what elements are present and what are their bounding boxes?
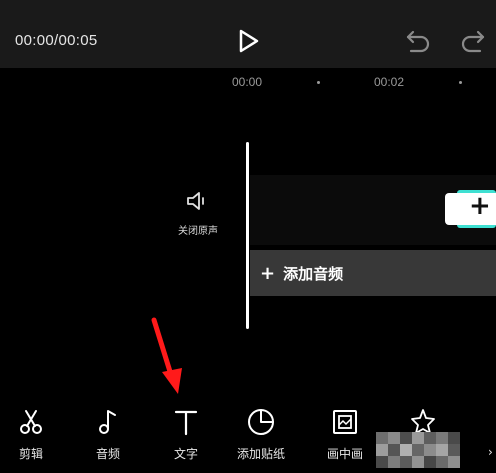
undo-icon[interactable] bbox=[403, 28, 433, 54]
toolbar-overflow-indicator: › bbox=[488, 445, 493, 459]
mute-label: 关闭原声 bbox=[178, 226, 218, 237]
tool-label: 画中画 bbox=[326, 447, 363, 461]
speaker-mute-icon bbox=[187, 192, 204, 210]
scissors-icon bbox=[20, 410, 42, 434]
tool-label: 添加贴纸 bbox=[236, 447, 285, 461]
tool-edit[interactable]: 剪辑 bbox=[0, 407, 62, 462]
red-annotation-arrow-icon bbox=[151, 317, 182, 394]
sticker-icon bbox=[248, 409, 274, 435]
music-note-icon bbox=[99, 410, 116, 434]
tool-label: 剪辑 bbox=[18, 447, 43, 461]
add-audio-label: 添加音频 bbox=[283, 264, 344, 283]
tool-sticker[interactable]: 添加贴纸 bbox=[230, 407, 292, 462]
ruler-label-2s: 00:02 bbox=[374, 75, 405, 89]
tool-picture-in-picture[interactable]: 画中画 bbox=[314, 407, 376, 462]
ruler-tick bbox=[459, 81, 462, 84]
play-icon[interactable] bbox=[233, 26, 263, 56]
watermark-mosaic bbox=[376, 432, 466, 468]
timecode: 00:00/00:05 bbox=[15, 32, 98, 49]
ruler-label-start: 00:00 bbox=[232, 75, 263, 89]
add-clip-button[interactable]: + bbox=[445, 190, 496, 228]
tool-text[interactable]: 文字 bbox=[155, 407, 217, 462]
text-icon bbox=[174, 410, 198, 436]
tool-label: 文字 bbox=[173, 447, 198, 461]
mute-original-audio-button[interactable]: 关闭原声 bbox=[170, 190, 226, 237]
plus-icon: + bbox=[469, 191, 491, 221]
add-audio-button[interactable]: + 添加音频 bbox=[250, 250, 496, 296]
tool-audio[interactable]: 音频 bbox=[77, 407, 139, 462]
plus-icon: + bbox=[260, 262, 276, 284]
redo-icon[interactable] bbox=[458, 28, 488, 54]
top-bar: 00:00/00:05 bbox=[0, 0, 496, 68]
picture-in-picture-icon bbox=[333, 410, 357, 434]
ruler-tick bbox=[317, 81, 320, 84]
tool-label: 音频 bbox=[95, 447, 120, 461]
playhead[interactable] bbox=[246, 142, 249, 329]
